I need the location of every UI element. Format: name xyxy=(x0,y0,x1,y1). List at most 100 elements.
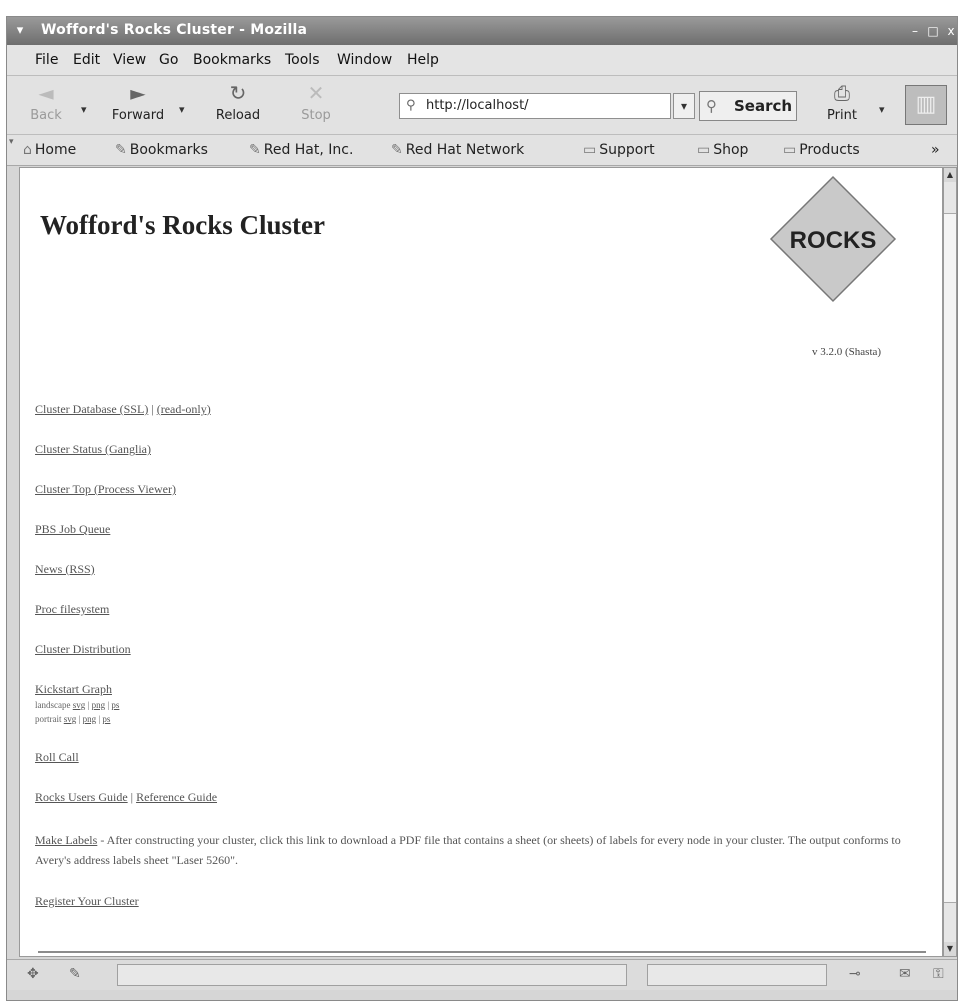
landscape-png-link[interactable]: png xyxy=(92,700,106,710)
online-status-icon[interactable]: ⊸ xyxy=(849,966,861,982)
make-labels-row: Make Labels - After constructing your cl… xyxy=(35,830,925,870)
back-history-chevron-icon[interactable]: ▾ xyxy=(81,103,87,116)
version-text: v 3.2.0 (Shasta) xyxy=(812,346,882,358)
pbs-queue-link[interactable]: PBS Job Queue xyxy=(35,522,110,536)
portrait-svg-link[interactable]: svg xyxy=(64,714,77,724)
proc-filesystem-row: Proc filesystem xyxy=(35,602,109,617)
toolbar-overflow-chevron[interactable]: » xyxy=(931,142,940,158)
progress-bar xyxy=(647,964,827,986)
separator: | xyxy=(127,790,137,804)
cluster-distribution-link[interactable]: Cluster Distribution xyxy=(35,642,131,656)
rocks-users-guide-link[interactable]: Rocks Users Guide xyxy=(35,790,128,804)
navigation-toolbar: ◄ Back ▾ ► Forward ▾ ↻ Reload ✕ Stop ⚲ h… xyxy=(7,76,957,135)
menu-view[interactable]: View xyxy=(113,52,146,68)
toolbar-products[interactable]: ▭ Products xyxy=(783,142,860,158)
url-history-dropdown[interactable]: ▾ xyxy=(673,93,695,119)
proc-filesystem-link[interactable]: Proc filesystem xyxy=(35,602,109,616)
products-label: Products xyxy=(799,142,860,158)
popup-icon[interactable]: ✉ xyxy=(899,966,911,982)
folder-icon: ▭ xyxy=(583,142,597,158)
bookmarks-label: Bookmarks xyxy=(129,142,208,158)
menu-go[interactable]: Go xyxy=(159,52,178,68)
forward-history-chevron-icon[interactable]: ▾ xyxy=(179,103,185,116)
menu-bookmarks[interactable]: Bookmarks xyxy=(193,52,271,68)
forward-arrow-icon: ► xyxy=(130,81,146,105)
reload-button[interactable]: ↻ Reload xyxy=(203,80,273,130)
menu-tools[interactable]: Tools xyxy=(285,52,320,68)
toolbar-redhat-network[interactable]: ✎ Red Hat Network xyxy=(391,142,524,158)
landscape-svg-link[interactable]: svg xyxy=(73,700,86,710)
forward-label: Forward xyxy=(111,108,165,123)
composer-icon[interactable]: ✎ xyxy=(69,966,81,982)
print-options-chevron-icon[interactable]: ▾ xyxy=(879,103,885,116)
search-button[interactable]: ⚲ Search xyxy=(699,91,797,121)
navigator-icon[interactable]: ✥ xyxy=(27,966,39,982)
kickstart-graph-link[interactable]: Kickstart Graph xyxy=(35,682,112,696)
make-labels-link[interactable]: Make Labels xyxy=(35,833,97,847)
search-label: Search xyxy=(734,97,793,115)
maximize-button[interactable]: □ xyxy=(925,23,941,39)
cluster-top-row: Cluster Top (Process Viewer) xyxy=(35,482,176,497)
scroll-up-arrow-icon[interactable]: ▲ xyxy=(944,168,956,182)
personal-toolbar: ▾ ⌂ Home ✎ Bookmarks ✎ Red Hat, Inc. ✎ Red H… xyxy=(7,135,957,166)
cluster-top-link[interactable]: Cluster Top (Process Viewer) xyxy=(35,482,176,496)
back-label: Back xyxy=(30,108,62,123)
folder-icon: ▭ xyxy=(697,142,711,158)
minimize-button[interactable]: – xyxy=(907,23,923,39)
roll-call-row: Roll Call xyxy=(35,750,79,765)
cluster-status-link[interactable]: Cluster Status (Ganglia) xyxy=(35,442,151,456)
reload-label: Reload xyxy=(215,108,261,123)
reference-guide-link[interactable]: Reference Guide xyxy=(136,790,217,804)
menu-edit[interactable]: Edit xyxy=(73,52,100,68)
kickstart-graph-row: Kickstart Graph xyxy=(35,682,112,697)
browser-window: ▾ Wofford's Rocks Cluster - Mozilla – □ … xyxy=(6,16,958,1001)
toolbar-shop[interactable]: ▭ Shop xyxy=(697,142,748,158)
landscape-ps-link[interactable]: ps xyxy=(111,700,119,710)
stop-button[interactable]: ✕ Stop xyxy=(281,80,351,130)
toolbar-bookmarks[interactable]: ✎ Bookmarks xyxy=(115,142,208,158)
toolbar-home[interactable]: ⌂ Home xyxy=(23,142,76,158)
search-icon: ⚲ xyxy=(706,97,717,115)
scrollbar-thumb[interactable] xyxy=(944,213,956,903)
vertical-scrollbar[interactable]: ▲ ▼ xyxy=(943,167,957,957)
read-only-link[interactable]: (read-only) xyxy=(157,402,211,416)
cluster-database-link[interactable]: Cluster Database (SSL) xyxy=(35,402,148,416)
portrait-png-link[interactable]: png xyxy=(83,714,97,724)
link-icon: ✎ xyxy=(249,142,261,158)
news-link[interactable]: News (RSS) xyxy=(35,562,95,576)
menu-window[interactable]: Window xyxy=(337,52,392,68)
cluster-distribution-row: Cluster Distribution xyxy=(35,642,131,657)
toolbar-redhat-inc[interactable]: ✎ Red Hat, Inc. xyxy=(249,142,353,158)
news-row: News (RSS) xyxy=(35,562,95,577)
status-text xyxy=(117,964,627,986)
shop-label: Shop xyxy=(713,142,749,158)
stop-icon: ✕ xyxy=(307,81,325,105)
horizontal-rule xyxy=(38,951,926,953)
kickstart-portrait-row: portrait svg | png | ps xyxy=(35,714,110,724)
close-button[interactable]: x xyxy=(943,23,958,39)
back-button[interactable]: ◄ Back xyxy=(11,80,81,130)
portrait-ps-link[interactable]: ps xyxy=(102,714,110,724)
svg-text:ROCKS: ROCKS xyxy=(790,227,877,254)
print-button[interactable]: ⎙ Print xyxy=(807,80,877,130)
link-icon: ✎ xyxy=(391,142,403,158)
register-cluster-link[interactable]: Register Your Cluster xyxy=(35,894,139,908)
window-menu-chevron-icon[interactable]: ▾ xyxy=(11,22,29,40)
reload-icon: ↻ xyxy=(229,81,247,105)
kickstart-landscape-row: landscape svg | png | ps xyxy=(35,700,119,710)
url-input[interactable]: ⚲ http://localhost/ xyxy=(399,93,671,119)
register-cluster-row: Register Your Cluster xyxy=(35,894,139,909)
home-label: Home xyxy=(34,142,77,158)
support-label: Support xyxy=(599,142,655,158)
menu-file[interactable]: File xyxy=(35,52,58,68)
separator: | xyxy=(148,402,157,416)
forward-button[interactable]: ► Forward xyxy=(103,80,173,130)
menu-help[interactable]: Help xyxy=(407,52,439,68)
roll-call-link[interactable]: Roll Call xyxy=(35,750,79,764)
toolbar-grip-icon[interactable]: ▾ xyxy=(9,137,14,147)
guides-row: Rocks Users Guide | Reference Guide xyxy=(35,790,217,805)
scroll-down-arrow-icon[interactable]: ▼ xyxy=(944,942,956,956)
print-icon: ⎙ xyxy=(834,81,850,105)
mozilla-throbber-icon[interactable]: ▥ xyxy=(905,85,947,125)
toolbar-support[interactable]: ▭ Support xyxy=(583,142,655,158)
